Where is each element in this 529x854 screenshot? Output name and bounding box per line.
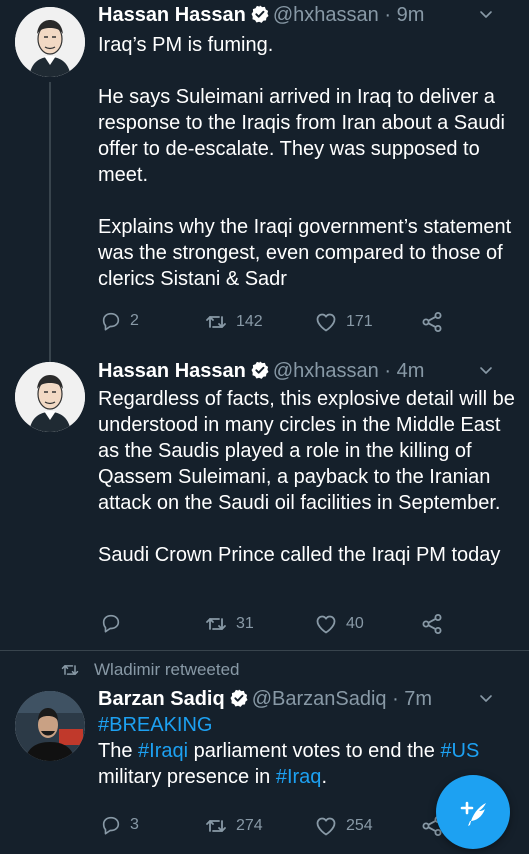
heart-icon	[316, 615, 336, 634]
author-name[interactable]: Hassan Hassan	[98, 4, 246, 26]
author-handle[interactable]: @hxhassan	[273, 4, 379, 26]
verified-badge-icon	[250, 360, 270, 380]
reply-icon	[102, 614, 120, 633]
tweet-line: Iraq’s PM is fuming.	[98, 34, 274, 56]
retweet-button[interactable]: 274	[204, 814, 263, 838]
tweet-time: · 9m	[384, 4, 425, 26]
retweet-count: 31	[236, 615, 254, 632]
tweet-header: Barzan Sadiq @BarzanSadiq · 7m	[98, 684, 509, 714]
compose-tweet-button[interactable]	[436, 775, 510, 849]
retweet-button[interactable]: 31	[204, 612, 254, 636]
retweet-icon	[206, 316, 226, 328]
heart-icon	[316, 313, 336, 332]
author-handle[interactable]: @BarzanSadiq	[252, 688, 387, 710]
hashtag-link[interactable]: #US	[440, 740, 479, 762]
like-button[interactable]: 40	[314, 612, 364, 636]
tweet-line: Saudi Crown Prince called the Iraqi PM t…	[98, 544, 501, 566]
share-button[interactable]	[420, 612, 444, 636]
tweet-line: Regardless of facts, this explosive deta…	[98, 388, 515, 514]
avatar[interactable]	[15, 7, 85, 77]
like-button[interactable]: 254	[314, 814, 373, 838]
chevron-down-icon[interactable]	[479, 8, 493, 22]
tweet-line: Explains why the Iraqi government’s stat…	[98, 216, 512, 290]
tweet-text-part: military presence in	[98, 766, 276, 788]
heart-icon	[316, 817, 336, 836]
retweet-icon	[206, 820, 226, 832]
tweet-line: He says Suleimani arrived in Iraq to del…	[98, 86, 505, 186]
chevron-down-icon[interactable]	[479, 364, 493, 378]
author-handle[interactable]: @hxhassan	[273, 360, 379, 382]
reply-button[interactable]	[100, 612, 130, 634]
tweet-1[interactable]: Hassan Hassan @hxhassan · 9m Iraq’s PM is…	[0, 0, 529, 345]
tweet-text-part: parliament votes to end the	[188, 740, 441, 762]
reply-button[interactable]: 3	[100, 814, 139, 836]
author-name[interactable]: Barzan Sadiq	[98, 688, 225, 710]
reply-count: 3	[130, 816, 139, 833]
reply-icon	[102, 816, 120, 835]
tweet-time: · 7m	[392, 688, 433, 710]
verified-badge-icon	[250, 4, 270, 24]
hashtag-link[interactable]: #Iraq	[276, 766, 322, 788]
divider	[0, 650, 529, 651]
compose-tweet-icon	[460, 801, 486, 826]
chevron-down-icon[interactable]	[479, 692, 493, 706]
tweet-text-part: .	[321, 766, 327, 788]
like-button[interactable]: 171	[314, 310, 373, 334]
avatar[interactable]	[15, 691, 85, 761]
retweet-count: 142	[236, 313, 263, 330]
tweet-text: Regardless of facts, this explosive deta…	[98, 386, 515, 568]
tweet-header: Hassan Hassan @hxhassan · 9m	[98, 0, 509, 30]
retweet-count: 274	[236, 817, 263, 834]
hashtag-link[interactable]: #Iraqi	[138, 740, 188, 762]
retweet-icon	[206, 618, 226, 630]
author-name[interactable]: Hassan Hassan	[98, 360, 246, 382]
retweet-button[interactable]: 142	[204, 310, 263, 334]
retweeted-by: Wladimir retweeted	[94, 660, 240, 679]
retweet-indicator[interactable]: Wladimir retweeted	[60, 660, 240, 680]
share-button[interactable]	[420, 310, 444, 334]
share-icon	[422, 614, 442, 634]
share-icon	[422, 311, 442, 333]
reply-count: 2	[130, 312, 139, 329]
reply-button[interactable]: 2	[100, 310, 139, 332]
hashtag-link[interactable]: #BREAKING	[98, 714, 212, 736]
avatar[interactable]	[15, 362, 85, 432]
retweet-icon	[61, 665, 79, 675]
tweet-text: Iraq’s PM is fuming. He says Suleimani a…	[98, 32, 515, 292]
like-count: 171	[346, 313, 373, 330]
tweet-2[interactable]: Hassan Hassan @hxhassan · 4m Regardless o…	[0, 355, 529, 645]
reply-icon	[102, 312, 120, 331]
tweet-header: Hassan Hassan @hxhassan · 4m	[98, 356, 509, 386]
like-count: 254	[346, 817, 373, 834]
tweet-text-part: The	[98, 740, 139, 762]
like-count: 40	[346, 615, 364, 632]
verified-badge-icon	[229, 688, 249, 708]
tweet-time: · 4m	[384, 360, 425, 382]
